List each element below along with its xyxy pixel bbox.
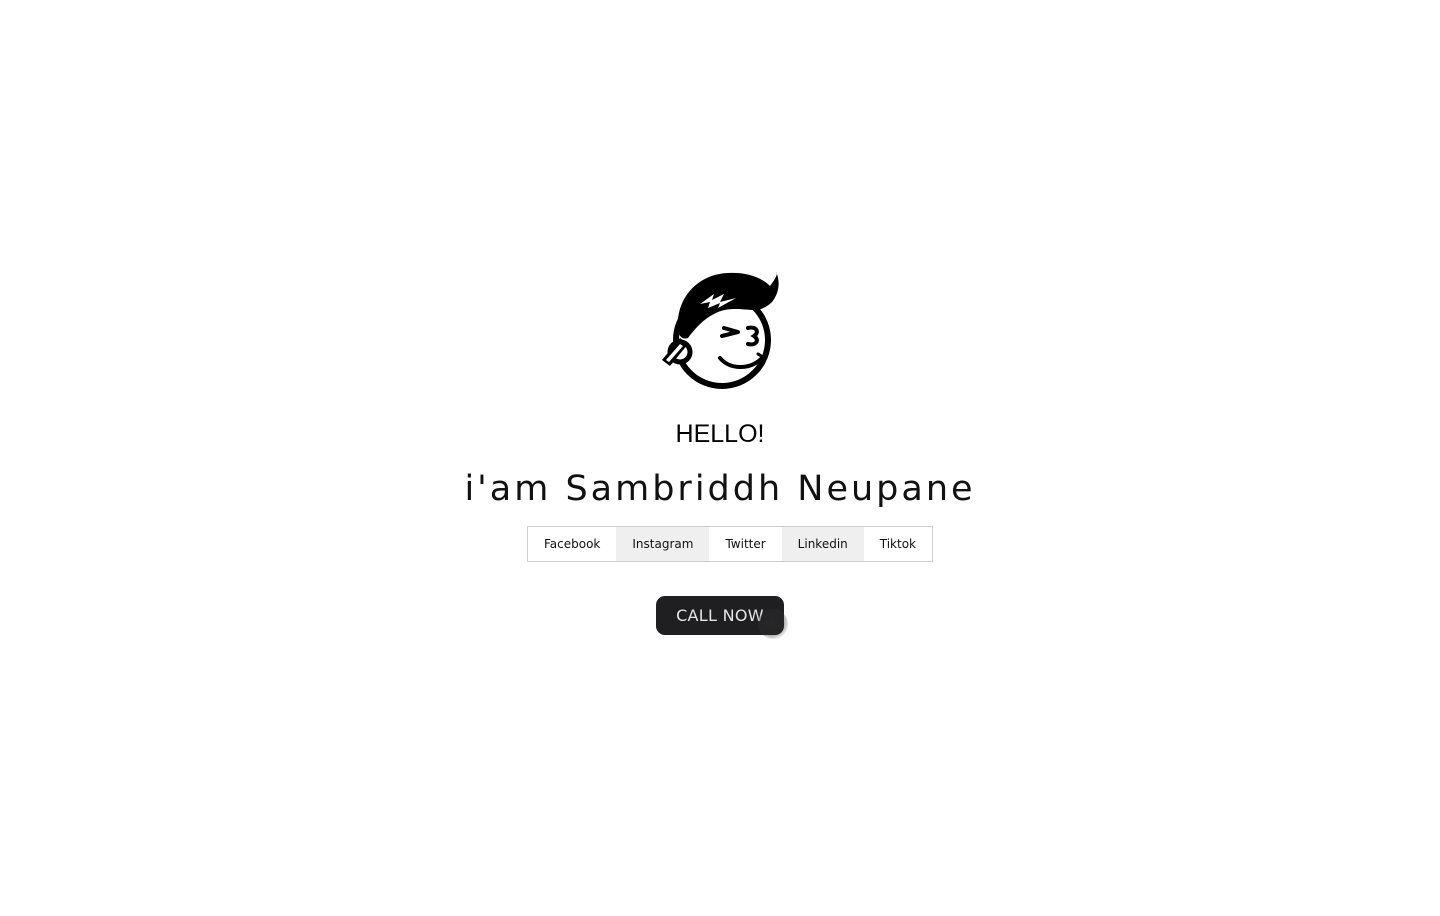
page-title: i'am Sambriddh Neupane [464, 469, 976, 509]
avatar-cartoon-icon [658, 270, 780, 392]
social-link-linkedin[interactable]: Linkedin [781, 527, 864, 561]
social-link-instagram[interactable]: Instagram [616, 527, 710, 561]
social-link-twitter[interactable]: Twitter [709, 527, 781, 561]
social-links-bar: Facebook Instagram Twitter Linkedin Tikt… [527, 526, 934, 562]
social-link-facebook[interactable]: Facebook [528, 527, 616, 561]
social-link-tiktok[interactable]: Tiktok [864, 527, 932, 561]
call-now-button[interactable]: CALL NOW [656, 596, 784, 635]
greeting-heading: HELLO! [675, 420, 765, 448]
